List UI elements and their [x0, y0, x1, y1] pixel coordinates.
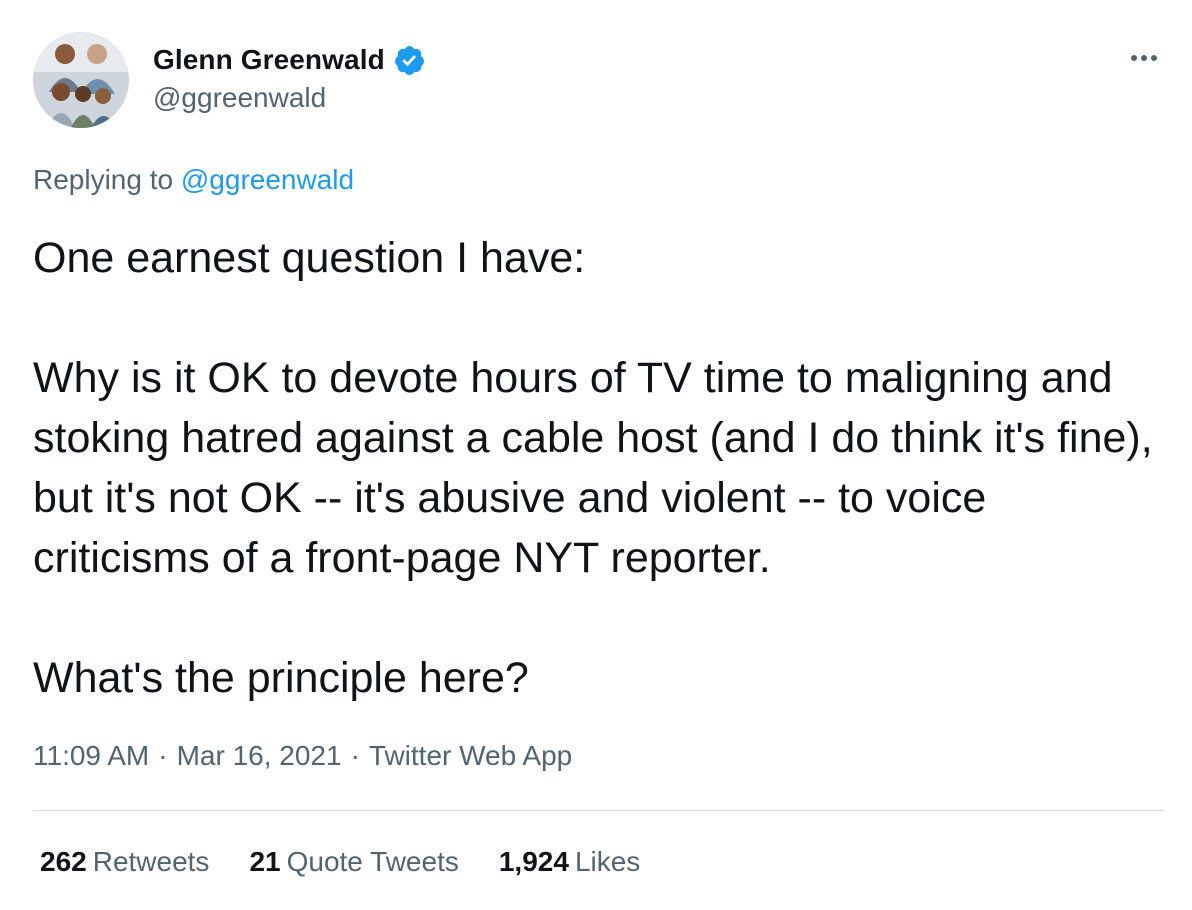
- quote-tweets-stat[interactable]: 21 Quote Tweets: [249, 846, 458, 878]
- replying-to: Replying to @ggreenwald: [33, 164, 354, 196]
- avatar[interactable]: [33, 32, 129, 128]
- retweets-label: Retweets: [92, 846, 210, 877]
- likes-label: Likes: [574, 846, 641, 877]
- tweet-source-link[interactable]: Twitter Web App: [369, 740, 572, 771]
- more-horizontal-icon: [1141, 55, 1147, 61]
- tweet-time-link[interactable]: 11:09 AM: [33, 740, 149, 771]
- retweets-count: 262: [40, 846, 87, 877]
- more-horizontal-icon: [1131, 55, 1137, 61]
- retweets-stat[interactable]: 262 Retweets: [40, 846, 209, 878]
- replying-to-label: Replying to: [33, 164, 174, 195]
- likes-stat[interactable]: 1,924 Likes: [499, 846, 640, 878]
- tweet-stats: 262 Retweets 21 Quote Tweets 1,924 Likes: [40, 846, 680, 878]
- tweet-date-link[interactable]: Mar 16, 2021: [177, 740, 342, 771]
- tweet-card: Glenn Greenwald @ggreenwald Replying to …: [0, 0, 1192, 910]
- tweet-text: One earnest question I have: Why is it O…: [33, 234, 1153, 702]
- divider: [33, 810, 1164, 811]
- verified-badge-icon: [393, 44, 426, 77]
- quote-tweets-label: Quote Tweets: [286, 846, 459, 877]
- likes-count: 1,924: [498, 846, 569, 877]
- more-horizontal-icon: [1151, 55, 1157, 61]
- author-handle[interactable]: @ggreenwald: [153, 82, 426, 114]
- meta-separator: ·: [350, 740, 360, 771]
- tweet-meta: 11:09 AM · Mar 16, 2021 · Twitter Web App: [33, 740, 572, 772]
- quote-tweets-count: 21: [249, 846, 281, 877]
- more-options-button[interactable]: [1124, 38, 1164, 78]
- meta-separator: ·: [158, 740, 168, 771]
- display-name[interactable]: Glenn Greenwald: [153, 44, 385, 76]
- author-info: Glenn Greenwald @ggreenwald: [153, 40, 426, 114]
- reply-mention-link[interactable]: @ggreenwald: [181, 164, 354, 195]
